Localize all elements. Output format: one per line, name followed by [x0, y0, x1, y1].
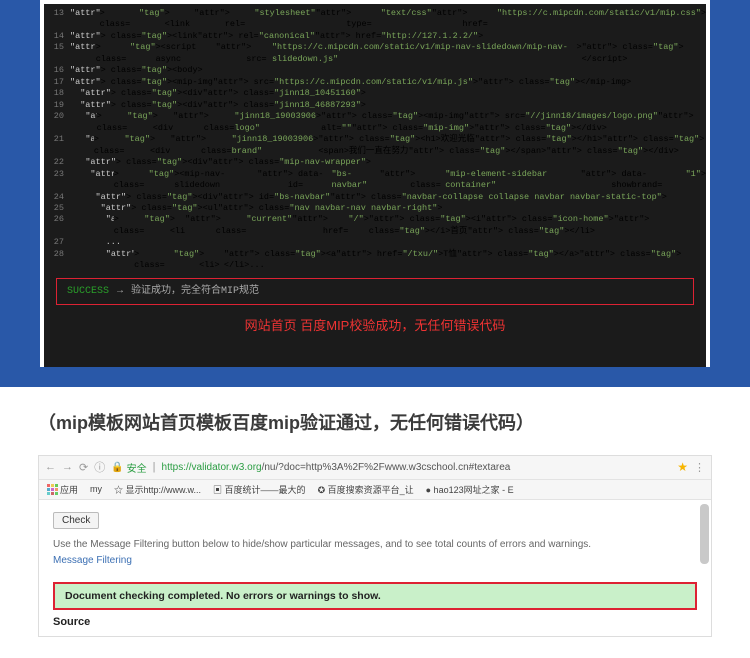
info-icon[interactable]: ⓘ [94, 459, 105, 475]
menu-icon[interactable]: ⋮ [694, 461, 705, 474]
lock-icon: 🔒 [111, 462, 123, 473]
code-line: 25 "attr"> class="tag"><ul"attr"> class=… [44, 203, 706, 214]
bookmark-item[interactable]: ● hao123网址之家 - E [426, 483, 514, 496]
code-line: 21 "attr"> class="tag"><div"attr"> class… [44, 134, 706, 157]
code-line: 20 "attr"> class="tag"><div"attr"> class… [44, 111, 706, 134]
bookmark-item[interactable]: ▣ 百度统计——最大的 [213, 483, 306, 496]
caption-text: （mip模板网站首页模板百度mip验证通过，无任何错误代码） [0, 387, 750, 455]
success-word: SUCCESS [67, 285, 109, 299]
apps-icon [47, 484, 57, 494]
secure-chip: 🔒 安全 [111, 460, 146, 475]
back-icon[interactable]: ← [45, 461, 56, 473]
page-body: Check Use the Message Filtering button b… [39, 500, 711, 636]
url-host: https://validator.w3.org [162, 462, 262, 473]
code-line: 26 "attr"> class="tag"><li"attr"> class=… [44, 214, 706, 237]
reload-icon[interactable]: ⟳ [79, 461, 88, 474]
bookmark-item[interactable]: ✪ 百度搜索资源平台_让 [318, 483, 414, 496]
star-icon[interactable]: ★ [677, 460, 688, 474]
status-text: 验证成功，完全符合MIP规范 [131, 285, 259, 299]
scrollbar-thumb[interactable] [700, 504, 709, 564]
forward-icon[interactable]: → [62, 461, 73, 473]
red-note: 网站首页 百度MIP校验成功，无任何错误代码 [44, 305, 706, 359]
result-bar: Document checking completed. No errors o… [53, 582, 697, 610]
bookmarks-bar: 应用 my ☆ 显示http://www.w... ▣ 百度统计——最大的 ✪ 百度搜… [39, 480, 711, 500]
code-line: 19 "attr"> class="tag"><div"attr"> class… [44, 100, 706, 111]
url-field[interactable]: https://validator.w3.org/nu/?doc=http%3A… [162, 462, 672, 473]
bookmark-item[interactable]: my [90, 484, 102, 494]
code-line: 24 "attr"> class="tag"><div"attr"> id="b… [44, 192, 706, 203]
address-bar: ← → ⟳ ⓘ 🔒 安全 | https://validator.w3.org/… [39, 456, 711, 480]
code-line: 13"attr"> class="tag"><link"attr"> rel="… [44, 8, 706, 31]
code-line: 16"attr"> class="tag"><body> [44, 65, 706, 76]
message-filtering-link[interactable]: Message Filtering [53, 555, 132, 566]
apps-button[interactable]: 应用 [47, 483, 78, 496]
bookmark-item[interactable]: ☆ 显示http://www.w... [114, 483, 201, 496]
apps-label: 应用 [60, 483, 78, 496]
validator-section: ← → ⟳ ⓘ 🔒 安全 | https://validator.w3.org/… [0, 455, 750, 647]
code-line: 17"attr"> class="tag"><mip-img"attr"> sr… [44, 77, 706, 88]
code-line: 18 "attr"> class="tag"><div"attr"> class… [44, 88, 706, 99]
source-label: Source [53, 616, 697, 628]
code-editor: 13"attr"> class="tag"><link"attr"> rel="… [44, 4, 706, 367]
check-button[interactable]: Check [53, 512, 99, 529]
url-path: /nu/?doc=http%3A%2F%2Fwww.w3cschool.cn#t… [262, 462, 511, 473]
code-editor-section: 13"attr"> class="tag"><link"attr"> rel="… [0, 0, 750, 387]
status-box: SUCCESS→验证成功，完全符合MIP规范 [56, 278, 694, 306]
code-line: 14"attr"> class="tag"><link"attr"> rel="… [44, 31, 706, 42]
code-line: 15"attr"> class="tag"><script async"attr… [44, 42, 706, 65]
secure-label: 安全 [127, 460, 147, 475]
editor-frame: 13"attr"> class="tag"><link"attr"> rel="… [40, 0, 710, 367]
code-line: 23 "attr"> class="tag"><mip-nav-slidedow… [44, 169, 706, 192]
browser-window: ← → ⟳ ⓘ 🔒 安全 | https://validator.w3.org/… [38, 455, 712, 637]
code-line: 22 "attr"> class="tag"><div"attr"> class… [44, 157, 706, 168]
instruction-text: Use the Message Filtering button below t… [53, 539, 697, 550]
code-line: 28 "attr"> class="tag"><li>"attr"> class… [44, 249, 706, 272]
code-line: 27 ... [44, 237, 706, 248]
